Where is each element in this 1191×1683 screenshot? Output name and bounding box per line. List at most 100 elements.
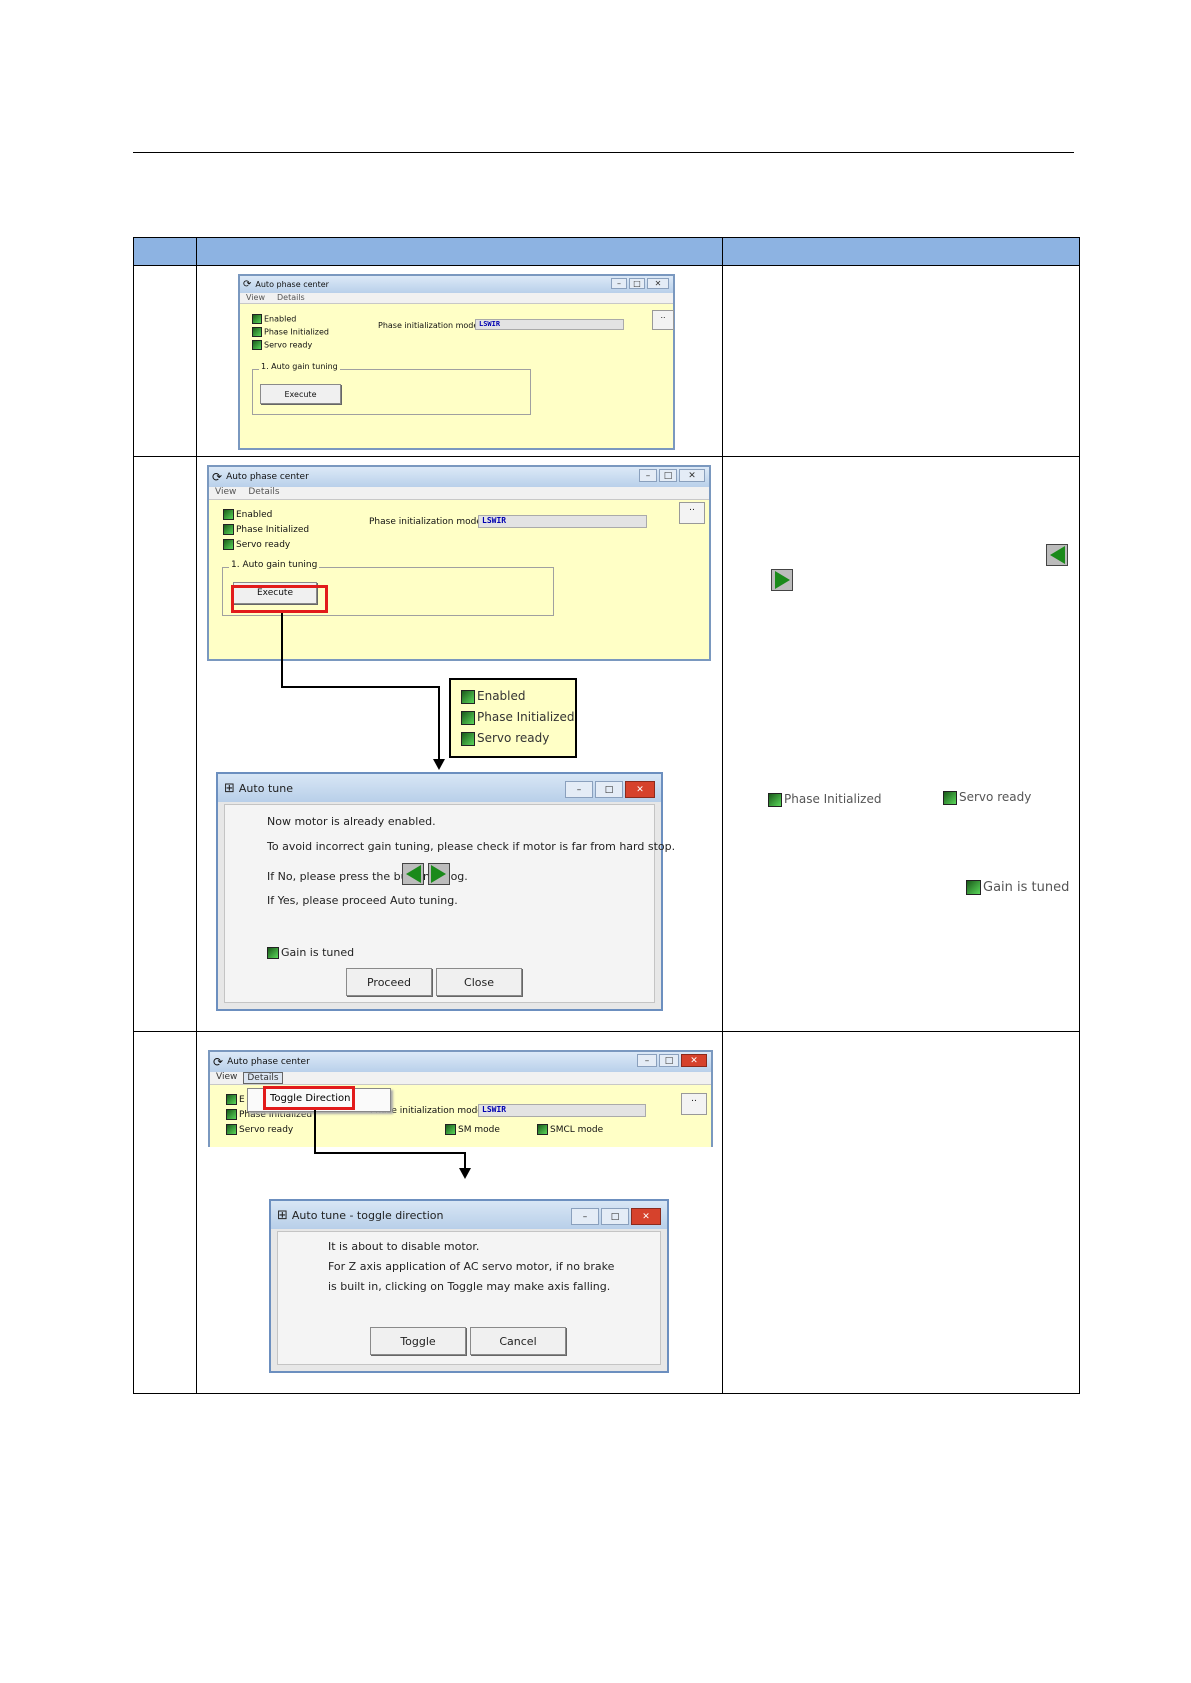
jog-left-icon [1046,544,1068,566]
screen-cell: ⟳ Auto phase center – □ ✕ View Details E [196,456,723,1032]
group-label: 1. Auto gain tuning [229,560,320,570]
close-button[interactable]: ✕ [679,469,705,482]
table-row: ⟳ Auto phase center – □ ✕ View Details E [133,265,1080,457]
status-lamp-icon [223,524,234,535]
message-line: For Z axis application of AC servo motor… [328,1260,615,1273]
maximize-button[interactable]: □ [659,469,677,482]
minimize-button[interactable]: – [565,781,593,798]
status-lamp-icon [226,1094,237,1105]
status-lamp-icon [226,1109,237,1120]
status-lamp-icon [461,731,475,746]
jog-left-button[interactable] [402,863,424,885]
close-button[interactable]: ✕ [631,1208,661,1225]
maximize-button[interactable]: □ [659,1054,679,1067]
connector-line [314,1110,316,1154]
menu-bar: View Details [210,1072,711,1085]
menu-view[interactable]: View [209,487,242,499]
auto-tune-dialog: ⊞ Auto tune – □ ✕ Now motor is already e… [216,772,675,1011]
minimize-button[interactable]: – [611,278,627,289]
status-lamp-icon [252,327,262,337]
status-lamp-icon [445,1124,456,1135]
mode-label: Phase initialization mode: [369,517,485,527]
connector-line [438,686,440,761]
close-button[interactable]: ✕ [647,278,669,289]
window-icon: ⊞ [224,780,235,796]
arrow-right-icon [431,865,446,883]
note-gain-tuned: Gain is tuned [966,880,1069,895]
dialog-title: Auto tune - toggle direction [291,1208,444,1222]
window-controls: – □ ✕ [611,278,669,289]
ellipsis-button[interactable]: .. [652,310,674,330]
mode-value-field[interactable]: LSWIR [478,515,647,528]
auto-gain-tuning-group: 1. Auto gain tuning Execute [252,362,531,415]
mode-value-field[interactable]: LSWIR [475,319,624,330]
minimize-button[interactable]: – [639,469,657,482]
header-cell-screen [196,237,723,266]
app-icon: ⟳ [213,1055,224,1069]
status-servo-ready: Servo ready [226,1124,293,1135]
message-line: It is about to disable motor. [328,1240,480,1253]
table-row: ⟳ Auto phase center – □ ✕ View Details E [133,1031,1080,1394]
dialog-body: It is about to disable motor. For Z axis… [277,1231,661,1365]
status-lamp-icon [223,509,234,520]
description-cell: Phase Initialized Servo ready Gain is tu… [722,456,1080,1032]
close-dialog-button[interactable]: Close [436,968,522,996]
window-title: Auto phase center [227,1057,310,1067]
connector-line [281,613,283,688]
step-cell [133,456,197,1032]
smcl-mode-status: SMCL mode [537,1124,603,1135]
ellipsis-button[interactable]: .. [679,502,705,524]
ellipsis-button[interactable]: .. [681,1093,707,1115]
table-header-row [133,237,1080,266]
minimize-button[interactable]: – [637,1054,657,1067]
close-button[interactable]: ✕ [681,1054,707,1067]
header-cell-step [133,237,197,266]
window-controls: – □ ✕ [637,1054,707,1067]
status-lamp-icon [461,689,475,704]
menu-bar: View Details [209,487,709,500]
dialog-title-bar: ⊞ Auto tune – □ ✕ [218,774,661,802]
mode-value-field[interactable]: LSWIR [478,1104,646,1117]
message-line: To avoid incorrect gain tuning, please c… [267,840,676,853]
procedure-table: ⟳ Auto phase center – □ ✕ View Details E [133,237,1080,1394]
maximize-button[interactable]: □ [601,1208,629,1225]
status-lamp-popup: Enabled Phase Initialized Servo ready [449,678,577,758]
dialog-title: Auto tune [238,781,293,795]
title-bar: ⟳ Auto phase center – □ ✕ [210,1052,711,1072]
status-enabled: Enabled [461,689,526,704]
cancel-button[interactable]: Cancel [470,1327,566,1355]
execute-highlight [231,585,328,613]
jog-buttons [402,863,450,885]
menu-details[interactable]: Details [243,1072,283,1084]
arrow-down-icon [459,1168,471,1179]
execute-button[interactable]: Execute [260,384,341,404]
app-icon: ⟳ [243,279,252,290]
status-enabled: E [226,1094,245,1105]
menu-view[interactable]: View [210,1072,243,1084]
toggle-direction-dialog: ⊞ Auto tune - toggle direction – □ ✕ It … [269,1199,669,1373]
description-cell [722,265,1080,457]
note-servo-ready: Servo ready [943,790,1031,805]
maximize-button[interactable]: □ [629,278,645,289]
close-button[interactable]: ✕ [625,781,655,798]
menu-details[interactable]: Details [271,293,311,303]
status-lamp-icon [966,880,981,895]
message-line: Now motor is already enabled. [267,815,436,828]
status-phase-initialized: Phase Initialized [223,524,309,535]
description-cell [722,1031,1080,1394]
header-cell-description [722,237,1080,266]
status-enabled: Enabled [252,314,296,324]
maximize-button[interactable]: □ [595,781,623,798]
status-servo-ready: Servo ready [252,340,312,350]
status-enabled: Enabled [223,509,272,520]
toggle-button[interactable]: Toggle [370,1327,466,1355]
proceed-button[interactable]: Proceed [346,968,432,996]
minimize-button[interactable]: – [571,1208,599,1225]
dialog-title-bar: ⊞ Auto tune - toggle direction – □ ✕ [271,1201,667,1229]
jog-right-button[interactable] [427,863,450,885]
menu-view[interactable]: View [240,293,271,303]
auto-phase-center-window: ⟳ Auto phase center – □ ✕ View Details E [238,274,675,450]
group-label: 1. Auto gain tuning [259,362,340,371]
menu-details[interactable]: Details [242,487,285,499]
status-phase-initialized: Phase Initialized [461,710,574,725]
